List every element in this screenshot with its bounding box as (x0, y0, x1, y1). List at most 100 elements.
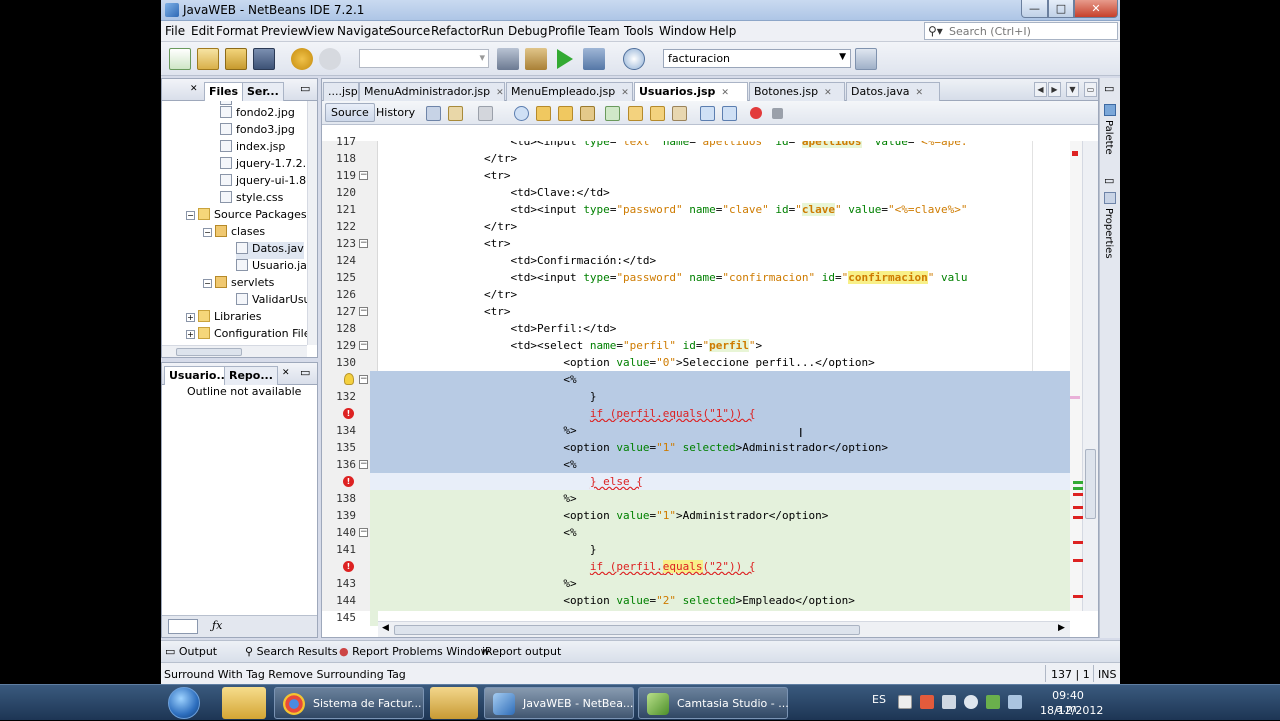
tree-view-icon[interactable] (168, 619, 198, 634)
source-tab[interactable]: Source (325, 103, 375, 122)
hint-bulb-icon[interactable] (344, 373, 354, 385)
properties-icon[interactable] (1104, 192, 1116, 204)
task-netbeans[interactable]: JavaWEB - NetBea... (484, 687, 634, 719)
fold-toggle-icon[interactable]: − (359, 307, 368, 316)
expand-icon[interactable]: + (186, 330, 195, 339)
scrollbar-thumb[interactable] (394, 625, 860, 635)
tree-item[interactable]: jquery-1.7.2. (220, 157, 306, 174)
editor-horizontal-scrollbar[interactable]: ◀ ▶ (378, 621, 1070, 637)
scroll-right-icon[interactable]: ▶ (1058, 623, 1065, 633)
palette-label[interactable]: Palette (1103, 120, 1114, 155)
expand-icon[interactable]: + (186, 313, 195, 322)
clock-date[interactable]: 18/12/2012 (1040, 704, 1103, 717)
code-line[interactable]: <tr> (378, 303, 1070, 320)
code-line[interactable]: <td><input type="text" name="apellidos" … (378, 141, 1070, 150)
tab-close-icon[interactable]: ✕ (824, 88, 832, 98)
tree-item[interactable]: − servlets (203, 276, 274, 293)
new-project-icon[interactable] (197, 48, 219, 70)
maximize-button[interactable]: □ (1048, 0, 1074, 18)
task-camtasia[interactable]: Camtasia Studio - ... (638, 687, 789, 719)
collapse-icon[interactable]: − (203, 279, 212, 288)
search-box[interactable]: ⚲▾ Search (Ctrl+I) (924, 22, 1118, 40)
code-line[interactable]: <td><select name="perfil" id="perfil"> (378, 337, 1070, 354)
volume-icon[interactable] (964, 695, 978, 709)
tree-item[interactable]: fondo2.jpg (220, 106, 295, 123)
code-line[interactable]: <% (378, 609, 1070, 611)
project-combo[interactable]: facturacion ▼ (663, 49, 851, 68)
error-mark[interactable] (1072, 151, 1078, 156)
outlook-pinned-icon[interactable] (430, 687, 478, 719)
tab-close-icon[interactable]: ✕ (916, 88, 924, 98)
history-tab[interactable]: History (370, 103, 421, 122)
run-icon[interactable] (557, 49, 573, 69)
code-line[interactable]: <tr> (378, 167, 1070, 184)
tree-item[interactable]: style.css (220, 191, 283, 208)
error-mark[interactable] (1073, 516, 1083, 519)
tab-close-icon[interactable]: ✕ (282, 368, 290, 378)
collapse-icon[interactable]: − (186, 211, 195, 220)
language-indicator[interactable]: ES (872, 693, 886, 706)
menu-format[interactable]: Format (216, 24, 258, 38)
shift-right-icon[interactable] (722, 106, 737, 121)
code-line[interactable]: } else { (378, 473, 1070, 490)
build-hammer-icon[interactable] (497, 48, 519, 70)
tree-item[interactable]: jquery-ui-1.8 (220, 174, 306, 191)
shift-left-icon[interactable] (700, 106, 715, 121)
menu-refactor[interactable]: Refactor (431, 24, 481, 38)
menu-source[interactable]: Source (389, 24, 430, 38)
menu-window[interactable]: Window (659, 24, 706, 38)
scroll-tabs-right-icon[interactable]: ▶ (1048, 82, 1061, 97)
fold-toggle-icon[interactable]: − (359, 375, 368, 384)
configuration-combo[interactable] (359, 49, 489, 68)
tab-jsp[interactable]: ....jsp (323, 82, 359, 101)
error-mark[interactable] (1073, 595, 1083, 598)
collapse-icon[interactable]: − (203, 228, 212, 237)
change-mark[interactable] (1073, 487, 1083, 490)
search-results-button[interactable]: ⚲ Search Results (245, 645, 338, 658)
menu-edit[interactable]: Edit (191, 24, 214, 38)
tree-item[interactable]: Usuario.ja (236, 259, 307, 276)
code-line[interactable]: <td>Clave:</td> (378, 184, 1070, 201)
code-line[interactable]: if (perfil.equals("2")) { (378, 558, 1070, 575)
code-line[interactable]: } (378, 388, 1070, 405)
code-line[interactable]: <td><input type="password" name="confirm… (378, 269, 1070, 286)
code-line[interactable]: <% (378, 456, 1070, 473)
code-area[interactable]: <td><input type="text" name="apellidos" … (378, 141, 1070, 611)
stop-macro-icon[interactable] (772, 108, 783, 119)
code-line[interactable]: </tr> (378, 286, 1070, 303)
error-mark[interactable] (1073, 506, 1083, 509)
menu-file[interactable]: File (165, 24, 185, 38)
scroll-tabs-left-icon[interactable]: ◀ (1034, 82, 1047, 97)
error-mark[interactable] (1073, 493, 1083, 496)
network-icon[interactable] (986, 695, 1000, 709)
tab-usuarios[interactable]: Usuarios.jsp ✕ (634, 82, 748, 102)
save-all-icon[interactable] (253, 48, 275, 70)
explorer-pinned-icon[interactable] (222, 687, 266, 719)
report-problems-button[interactable]: ● Report Problems Window (339, 645, 490, 658)
error-icon[interactable]: ! (343, 561, 354, 572)
code-line[interactable]: %> (378, 575, 1070, 592)
fold-toggle-icon[interactable]: − (359, 528, 368, 537)
tree-item[interactable]: − Source Packages (186, 208, 307, 225)
tab-botones[interactable]: Botones.jsp ✕ (749, 82, 845, 101)
scrollbar-thumb[interactable] (1085, 449, 1096, 519)
toggle-rect-select-icon[interactable] (605, 106, 620, 121)
menu-tools[interactable]: Tools (624, 24, 654, 38)
code-line[interactable]: <td><input type="password" name="clave" … (378, 201, 1070, 218)
menu-preview[interactable]: Preview (261, 24, 308, 38)
code-line[interactable]: <tr> (378, 235, 1070, 252)
tree-vertical-scrollbar[interactable] (307, 101, 317, 345)
tree-item[interactable]: + Libraries (186, 310, 262, 327)
tab-menuempleado[interactable]: MenuEmpleado.jsp ✕ (506, 82, 633, 101)
editor-vertical-scrollbar[interactable] (1073, 141, 1098, 611)
tab-close-icon[interactable]: ✕ (190, 84, 198, 94)
record-macro-icon[interactable] (750, 107, 762, 119)
error-icon[interactable]: ! (343, 408, 354, 419)
menu-profile[interactable]: Profile (548, 24, 585, 38)
menu-navigate[interactable]: Navigate (337, 24, 391, 38)
tree-horizontal-scrollbar[interactable] (162, 345, 307, 357)
error-mark[interactable] (1073, 559, 1083, 562)
debug-icon[interactable] (583, 48, 605, 70)
tray-app-icon[interactable] (942, 695, 956, 709)
previous-bookmark-icon[interactable] (628, 106, 643, 121)
